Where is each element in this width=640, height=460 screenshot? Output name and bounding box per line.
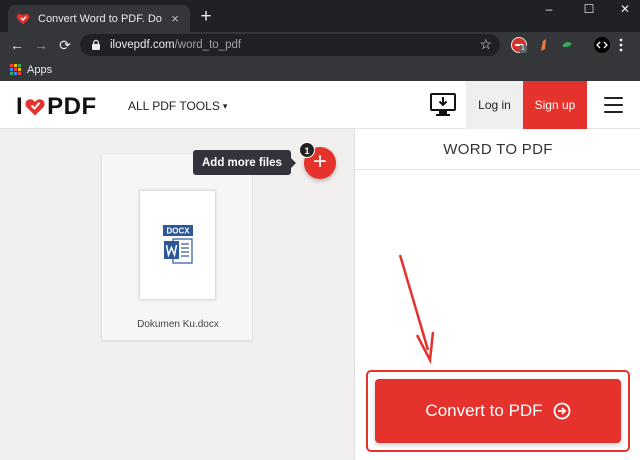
bookmark-star-icon[interactable]: ☆	[479, 36, 492, 53]
url-text: ilovepdf.com/word_to_pdf	[110, 39, 241, 51]
all-pdf-tools-menu[interactable]: ALL PDF TOOLS ▾	[128, 99, 227, 113]
new-tab-button[interactable]: +	[198, 7, 214, 27]
tab-title: Convert Word to PDF. Documents	[38, 12, 162, 25]
extension-pen-icon[interactable]	[537, 37, 553, 53]
tab-close-icon[interactable]: ×	[168, 11, 182, 26]
desktop-download-icon	[430, 93, 456, 116]
back-button[interactable]: ←	[8, 36, 26, 54]
tooltip-arrow	[290, 158, 296, 168]
lock-icon	[90, 39, 102, 51]
logo-pdf-text: PDF	[47, 93, 97, 120]
extension-adblock-icon[interactable]: 1	[511, 37, 527, 53]
file-workspace: DOCX Dokumen Ku.docx Add more files + 1	[0, 129, 354, 460]
word-document-icon: DOCX	[162, 225, 193, 264]
desktop-download-button[interactable]	[420, 81, 466, 129]
reload-button[interactable]: ⟳	[56, 36, 74, 54]
ilovepdf-heart-icon	[16, 12, 30, 26]
close-window-button[interactable]: ✕	[612, 0, 638, 18]
file-thumbnail: DOCX	[139, 190, 216, 300]
bookmarks-bar: Apps	[0, 58, 640, 81]
url-path: /word_to_pdf	[174, 39, 242, 51]
apps-grid-icon[interactable]	[10, 64, 21, 75]
maximize-button[interactable]: ☐	[576, 0, 602, 18]
extension-code-icon[interactable]	[594, 37, 610, 53]
convert-to-pdf-button[interactable]: Convert to PDF	[375, 379, 621, 443]
site-logo[interactable]: I PDF	[16, 93, 97, 121]
browser-window: Convert Word to PDF. Documents × + – ☐ ✕…	[0, 0, 640, 460]
convert-label: Convert to PDF	[425, 401, 543, 420]
browser-tab[interactable]: Convert Word to PDF. Documents ×	[8, 5, 190, 32]
site-header: I PDF ALL PDF TOOLS ▾ Log in Sign up	[0, 81, 640, 129]
hamburger-menu-icon[interactable]	[604, 97, 623, 113]
signup-button[interactable]: Sign up	[523, 81, 587, 129]
panel-title: WORD TO PDF	[355, 129, 640, 170]
url-host: ilovepdf.com	[110, 39, 175, 51]
logo-letter-i: I	[16, 93, 24, 120]
minimize-button[interactable]: –	[536, 0, 562, 18]
browser-toolbar: ← → ⟳ ilovepdf.com/word_to_pdf ☆ 1	[0, 32, 640, 58]
tools-menu-label: ALL PDF TOOLS	[128, 99, 220, 113]
caret-down-icon: ▾	[222, 100, 228, 111]
address-bar[interactable]: ilovepdf.com/word_to_pdf ☆	[80, 34, 500, 56]
forward-button[interactable]: →	[32, 36, 50, 54]
tab-strip: Convert Word to PDF. Documents × + – ☐ ✕	[0, 0, 640, 32]
file-name: Dokumen Ku.docx	[137, 319, 219, 330]
extension-badge: 1	[519, 45, 527, 53]
file-card[interactable]: DOCX Dokumen Ku.docx	[101, 153, 253, 341]
tooltip-text: Add more files	[202, 156, 282, 169]
file-count-badge: 1	[299, 142, 315, 158]
extension-leaf-icon[interactable]	[559, 37, 575, 53]
add-more-files-tooltip: Add more files	[193, 150, 296, 175]
browser-menu-icon[interactable]	[618, 37, 624, 53]
arrow-right-circle-icon	[553, 402, 571, 420]
login-button[interactable]: Log in	[466, 81, 523, 129]
apps-bookmark[interactable]: Apps	[27, 64, 52, 76]
logo-heart-icon	[24, 96, 46, 118]
docx-label: DOCX	[166, 227, 190, 236]
options-panel: WORD TO PDF Convert to PDF	[354, 129, 640, 460]
